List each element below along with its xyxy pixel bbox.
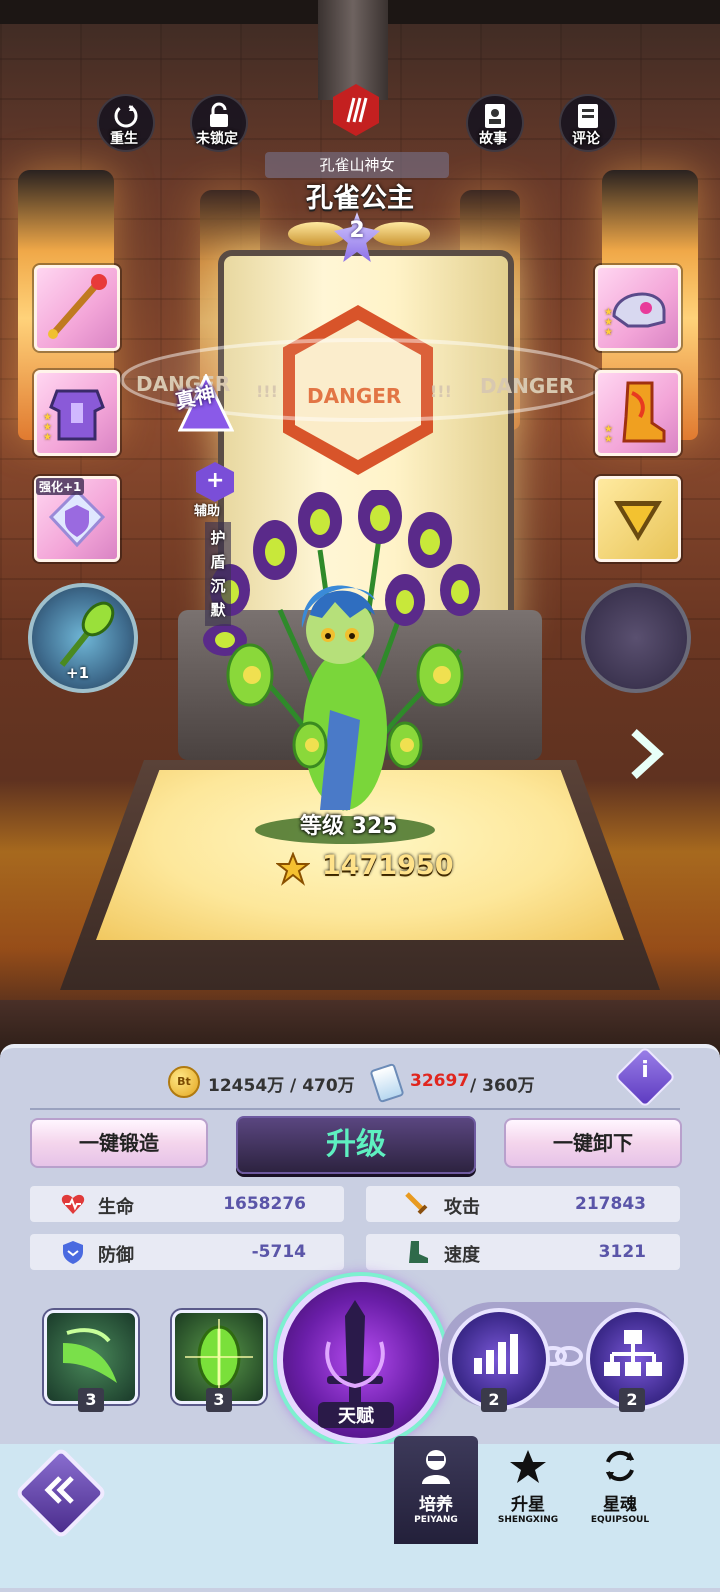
tab-equipsoul-label: 星魂 — [603, 1495, 637, 1515]
tab-peiyang-sub: PEIYANG — [414, 1515, 458, 1525]
unlock-icon — [210, 102, 228, 127]
hp-label: 生命 — [98, 1197, 134, 1218]
claw-marks-icon — [346, 97, 368, 123]
comments-icon — [578, 104, 598, 128]
heart-icon — [61, 1194, 85, 1214]
combat-power: 1471950 — [322, 850, 454, 881]
hero-subtitle: 孔雀山神女 — [265, 152, 449, 178]
equip-slot-armor[interactable]: ★ ★ ★ — [34, 370, 120, 456]
enhance-label: 强化+1 — [36, 478, 85, 495]
next-hero-button[interactable] — [626, 726, 666, 782]
stat-defense: 防御 -5714 — [30, 1234, 344, 1270]
double-chevron-left-icon — [44, 1476, 74, 1504]
stat-attack: 攻击 217843 — [366, 1186, 680, 1222]
soul-cycle-icon — [606, 1450, 634, 1482]
equip-slot-empty[interactable] — [595, 476, 681, 562]
skill-3-level: 2 — [481, 1388, 507, 1412]
armor-stars-icon: ★ ★ ★ — [43, 412, 52, 443]
staff-icon — [48, 274, 107, 339]
gold-coin-icon: Bt — [168, 1066, 200, 1098]
tab-shengxing-sub: SHENGXING — [497, 1515, 559, 1525]
speed-value: 3121 — [598, 1242, 646, 1262]
talent-label: 天赋 — [318, 1402, 394, 1428]
plus-icon: + — [206, 468, 225, 493]
equip-slot-boots[interactable]: ★ ★ — [595, 370, 681, 456]
helmet-stars-icon: ★ ★ ★ — [604, 307, 613, 338]
danger-marks-right: !!! — [430, 382, 452, 401]
trainee-icon — [422, 1450, 450, 1484]
rebirth-label: 重生 — [110, 131, 138, 147]
right-wing-icon — [372, 222, 430, 246]
skill-1-level: 3 — [78, 1388, 104, 1412]
triangle-down-icon — [614, 501, 662, 541]
equip-slot-weapon[interactable] — [34, 265, 120, 351]
skill-2-level: 3 — [206, 1388, 232, 1412]
hp-value: 1658276 — [223, 1194, 306, 1214]
story-icon — [485, 104, 505, 128]
exp-need: / 360万 — [470, 1076, 535, 1096]
bar-chart-icon — [474, 1334, 518, 1374]
boot-icon — [409, 1241, 428, 1263]
defense-value: -5714 — [251, 1242, 306, 1262]
locked-slot[interactable] — [581, 583, 691, 693]
exp-have: 32697 — [410, 1071, 470, 1091]
hero-level: 等级 325 — [300, 814, 398, 839]
tab-peiyang[interactable]: 培养 PEIYANG — [394, 1436, 478, 1544]
weapon-bonus: +1 — [66, 664, 90, 682]
defense-label: 防御 — [98, 1245, 134, 1266]
attack-label: 攻击 — [444, 1197, 480, 1218]
speed-label: 速度 — [444, 1245, 480, 1266]
tab-peiyang-label: 培养 — [419, 1495, 453, 1515]
tab-shengxing[interactable]: 升星 SHENGXING — [486, 1436, 570, 1544]
danger-marks-left: !!! — [256, 382, 278, 401]
sword-icon — [405, 1192, 428, 1215]
role-label: 辅助 — [194, 504, 221, 519]
star-up-icon — [510, 1450, 546, 1483]
story-label: 故事 — [479, 131, 507, 147]
info-icon: i — [641, 1058, 649, 1083]
tab-equipsoul-sub: EQUIPSOUL — [590, 1515, 650, 1525]
lock-label: 未锁定 — [196, 131, 238, 147]
stat-hp: 生命 1658276 — [30, 1186, 344, 1222]
role-skill: 护盾沉默 — [205, 522, 231, 626]
hero-name: 孔雀公主 — [306, 183, 414, 214]
stat-speed: 速度 3121 — [366, 1234, 680, 1270]
rebirth-icon — [114, 104, 138, 128]
forge-all-button[interactable]: 一键锻造 — [30, 1118, 208, 1168]
shield-icon — [63, 1241, 83, 1264]
boots-stars-icon: ★ ★ — [604, 424, 613, 445]
level-up-button[interactable]: 升级 — [236, 1116, 476, 1174]
divider — [30, 1108, 680, 1110]
attack-value: 217843 — [575, 1194, 646, 1214]
power-icon — [276, 852, 310, 886]
tab-shengxing-label: 升星 — [511, 1495, 545, 1515]
skill-4-level: 2 — [619, 1388, 645, 1412]
gold-amount: 12454万 / 470万 — [208, 1076, 355, 1096]
star-level: 2 — [349, 218, 365, 243]
hero-character[interactable] — [190, 490, 500, 850]
tab-equipsoul[interactable]: 星魂 EQUIPSOUL — [578, 1436, 662, 1544]
ceiling-pipe — [318, 0, 388, 100]
danger-label-right: DANGER — [480, 374, 575, 398]
hierarchy-icon — [604, 1330, 662, 1376]
equip-slot-helmet[interactable]: ★ ★ ★ — [595, 265, 681, 351]
unequip-all-button[interactable]: 一键卸下 — [504, 1118, 682, 1168]
chevron-right-icon — [631, 729, 664, 779]
comments-label: 评论 — [572, 131, 600, 147]
